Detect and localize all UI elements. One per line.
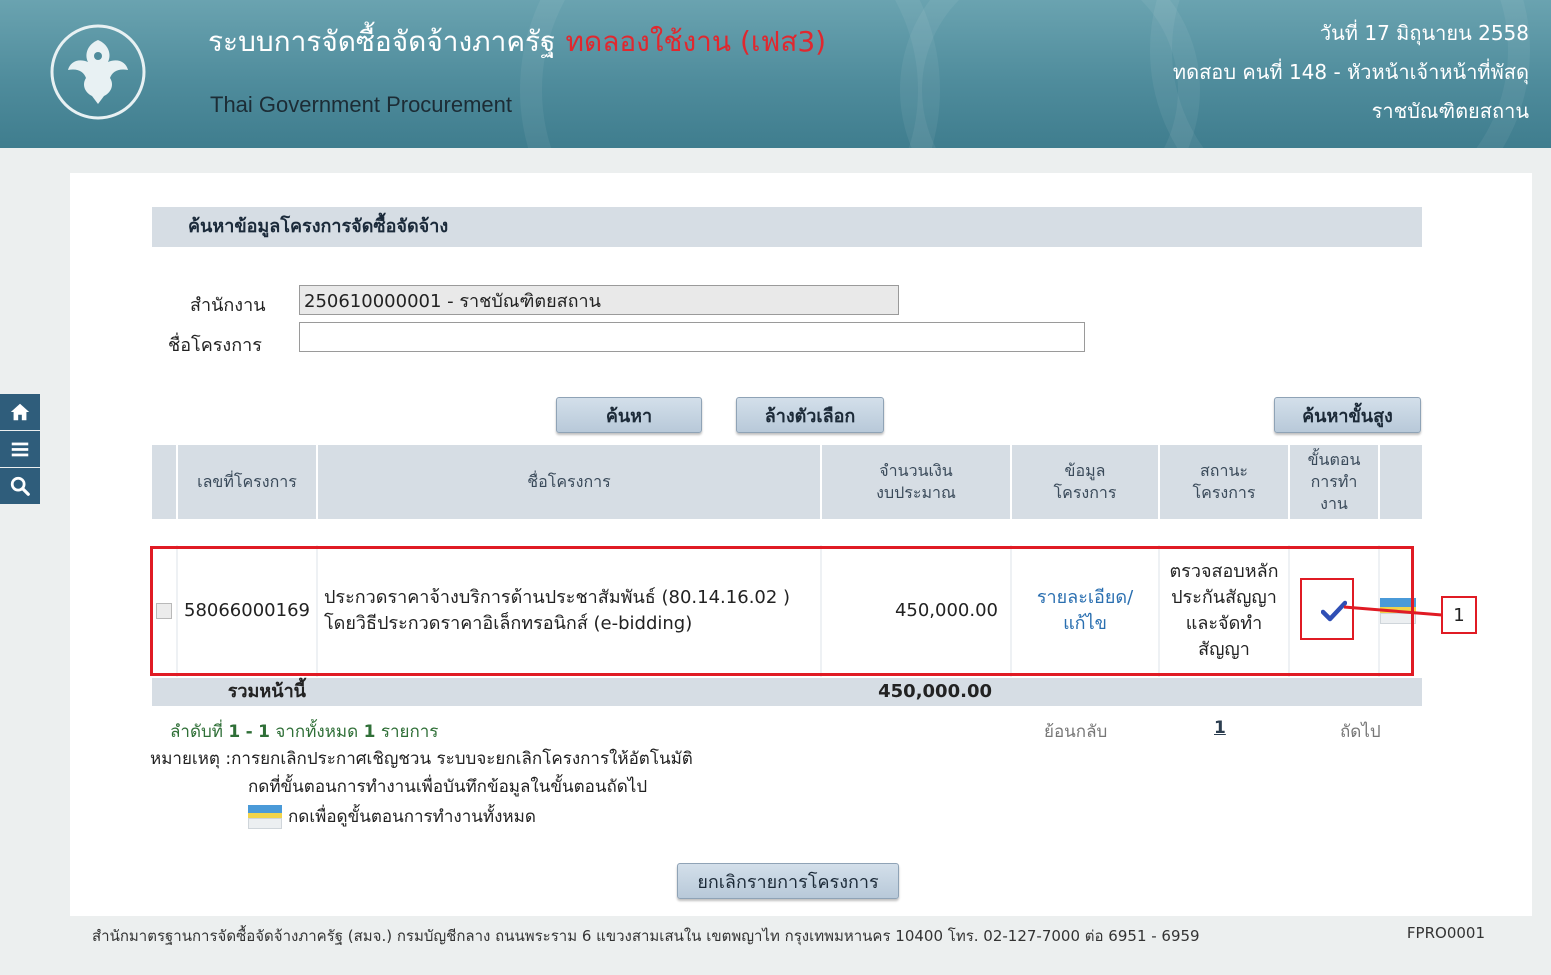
column-work-step: ขั้นตอน การทำ งาน bbox=[1290, 445, 1380, 519]
trial-label: ทดลองใช้งาน (เฟส3) bbox=[565, 25, 827, 58]
range-suffix: รายการ bbox=[380, 722, 439, 742]
status-line1: ตรวจสอบหลัก bbox=[1169, 561, 1279, 582]
section-title: ค้นหาข้อมูลโครงการจัดซื้อจัดจ้าง bbox=[152, 207, 1422, 247]
status-line2: ประกันสัญญา bbox=[1171, 587, 1277, 608]
clear-filter-button[interactable]: ล้างตัวเลือก bbox=[736, 397, 884, 433]
next-page-link[interactable]: ถัดไป bbox=[1340, 718, 1381, 745]
column-project-status: สถานะ โครงการ bbox=[1160, 445, 1290, 519]
app-title-text: ระบบการจัดซื้อจัดจ้างภาครัฐ bbox=[208, 25, 556, 58]
office-label: สำนักงาน bbox=[190, 295, 266, 316]
side-toolbar bbox=[0, 394, 40, 505]
total-row: รวมหน้านี้ 450,000.00 bbox=[152, 678, 1422, 706]
note-3-text: กดเพื่อดูขั้นตอนการทำงานทั้งหมด bbox=[288, 807, 536, 827]
callout-number: 1 bbox=[1441, 596, 1477, 634]
callout-pointer-icon bbox=[1343, 605, 1443, 617]
project-name-label: ชื่อโครงการ bbox=[168, 335, 262, 356]
checkbox-column-header bbox=[152, 445, 178, 519]
project-name-line2: โดยวิธีประกวดราคาอิเล็กทรอนิกส์ (e-biddi… bbox=[324, 613, 693, 634]
status-line4: สัญญา bbox=[1198, 639, 1250, 660]
menu-button[interactable] bbox=[0, 431, 40, 467]
project-name-input[interactable] bbox=[299, 322, 1085, 352]
app-subtitle: Thai Government Procurement bbox=[210, 92, 513, 117]
current-date: วันที่ 17 มิถุนายน 2558 bbox=[1319, 21, 1529, 45]
record-range: ลำดับที่ 1 - 1 จากทั้งหมด 1 รายการ bbox=[170, 718, 438, 745]
home-icon bbox=[10, 403, 30, 421]
table-row: 58066000169 ประกวดราคาจ้างบริการด้านประช… bbox=[152, 545, 1422, 677]
project-status-cell: ตรวจสอบหลัก ประกันสัญญา และจัดทำ สัญญา bbox=[1160, 545, 1290, 677]
range-dash: - bbox=[245, 722, 253, 742]
project-info-cell: รายละเอียด/ แก้ไข bbox=[1012, 545, 1160, 677]
project-no-cell: 58066000169 bbox=[178, 545, 318, 677]
menu-icon bbox=[11, 442, 29, 457]
column-project-no: เลขที่โครงการ bbox=[178, 445, 318, 519]
garuda-logo-icon bbox=[50, 24, 146, 120]
column-project-name: ชื่อโครงการ bbox=[318, 445, 822, 519]
app-header: ระบบการจัดซื้อจัดจ้างภาครัฐ ทดลองใช้งาน (… bbox=[0, 0, 1551, 148]
range-prefix: ลำดับที่ bbox=[170, 722, 224, 742]
search-submit-button[interactable]: ค้นหา bbox=[556, 397, 702, 433]
main-panel: ค้นหาข้อมูลโครงการจัดซื้อจัดจ้าง สำนักงา… bbox=[70, 173, 1532, 916]
column-budget: จำนวนเงิน งบประมาณ bbox=[822, 445, 1012, 519]
total-value: 450,000.00 bbox=[878, 681, 992, 702]
row-checkbox[interactable] bbox=[156, 603, 172, 619]
all-steps-legend-icon bbox=[248, 804, 282, 829]
note-2: กดที่ขั้นตอนการทำงานเพื่อบันทึกข้อมูลในข… bbox=[248, 777, 648, 797]
prev-page-link[interactable]: ย้อนกลับ bbox=[1044, 718, 1107, 745]
search-icon bbox=[10, 476, 30, 496]
total-label: รวมหน้านี้ bbox=[227, 681, 306, 702]
project-name-cell: ประกวดราคาจ้างบริการด้านประชาสัมพันธ์ (8… bbox=[318, 545, 822, 677]
range-mid: จากทั้งหมด bbox=[275, 722, 359, 742]
status-line3: และจัดทำ bbox=[1185, 613, 1263, 634]
user-info: วันที่ 17 มิถุนายน 2558 ทดสอบ คนที่ 148 … bbox=[1173, 14, 1529, 131]
note-1-text: การยกเลิกประกาศเชิญชวน ระบบจะยกเลิกโครงก… bbox=[231, 749, 693, 769]
office-field[interactable] bbox=[299, 285, 899, 315]
cancel-project-button[interactable]: ยกเลิกรายการโครงการ bbox=[677, 863, 899, 899]
advanced-search-button[interactable]: ค้นหาขั้นสูง bbox=[1274, 397, 1421, 433]
note-1: หมายเหตุ :การยกเลิกประกาศเชิญชวน ระบบจะย… bbox=[150, 745, 693, 772]
note-label: หมายเหตุ : bbox=[150, 749, 232, 769]
detail-link-line2: แก้ไข bbox=[1063, 613, 1107, 634]
note-3: กดเพื่อดูขั้นตอนการทำงานทั้งหมด bbox=[248, 803, 536, 830]
footer-address: สำนักมาตรฐานการจัดซื้อจัดจ้างภาครัฐ (สมจ… bbox=[92, 927, 1200, 945]
project-detail-edit-link[interactable]: รายละเอียด/ แก้ไข bbox=[1037, 585, 1133, 637]
range-from: 1 bbox=[228, 722, 241, 742]
project-name-line1: ประกวดราคาจ้างบริการด้านประชาสัมพันธ์ (8… bbox=[324, 587, 791, 608]
home-button[interactable] bbox=[0, 394, 40, 430]
page-code: FPRO0001 bbox=[1406, 924, 1485, 942]
range-total: 1 bbox=[363, 722, 376, 742]
user-name: ทดสอบ คนที่ 148 - หัวหน้าเจ้าหน้าที่พัสด… bbox=[1172, 60, 1529, 84]
column-all-steps bbox=[1380, 445, 1422, 519]
budget-cell: 450,000.00 bbox=[822, 545, 1012, 677]
table-header: เลขที่โครงการ ชื่อโครงการ จำนวนเงิน งบปร… bbox=[152, 445, 1422, 519]
agency-name: ราชบัณฑิตยสถาน bbox=[1371, 99, 1529, 123]
column-project-info: ข้อมูล โครงการ bbox=[1012, 445, 1160, 519]
row-checkbox-cell bbox=[152, 545, 178, 677]
search-button[interactable] bbox=[0, 468, 40, 504]
app-title: ระบบการจัดซื้อจัดจ้างภาครัฐ ทดลองใช้งาน (… bbox=[208, 20, 826, 64]
page-number-1[interactable]: 1 bbox=[1214, 718, 1226, 738]
range-to: 1 bbox=[258, 722, 270, 742]
detail-link-line1: รายละเอียด/ bbox=[1036, 587, 1134, 608]
